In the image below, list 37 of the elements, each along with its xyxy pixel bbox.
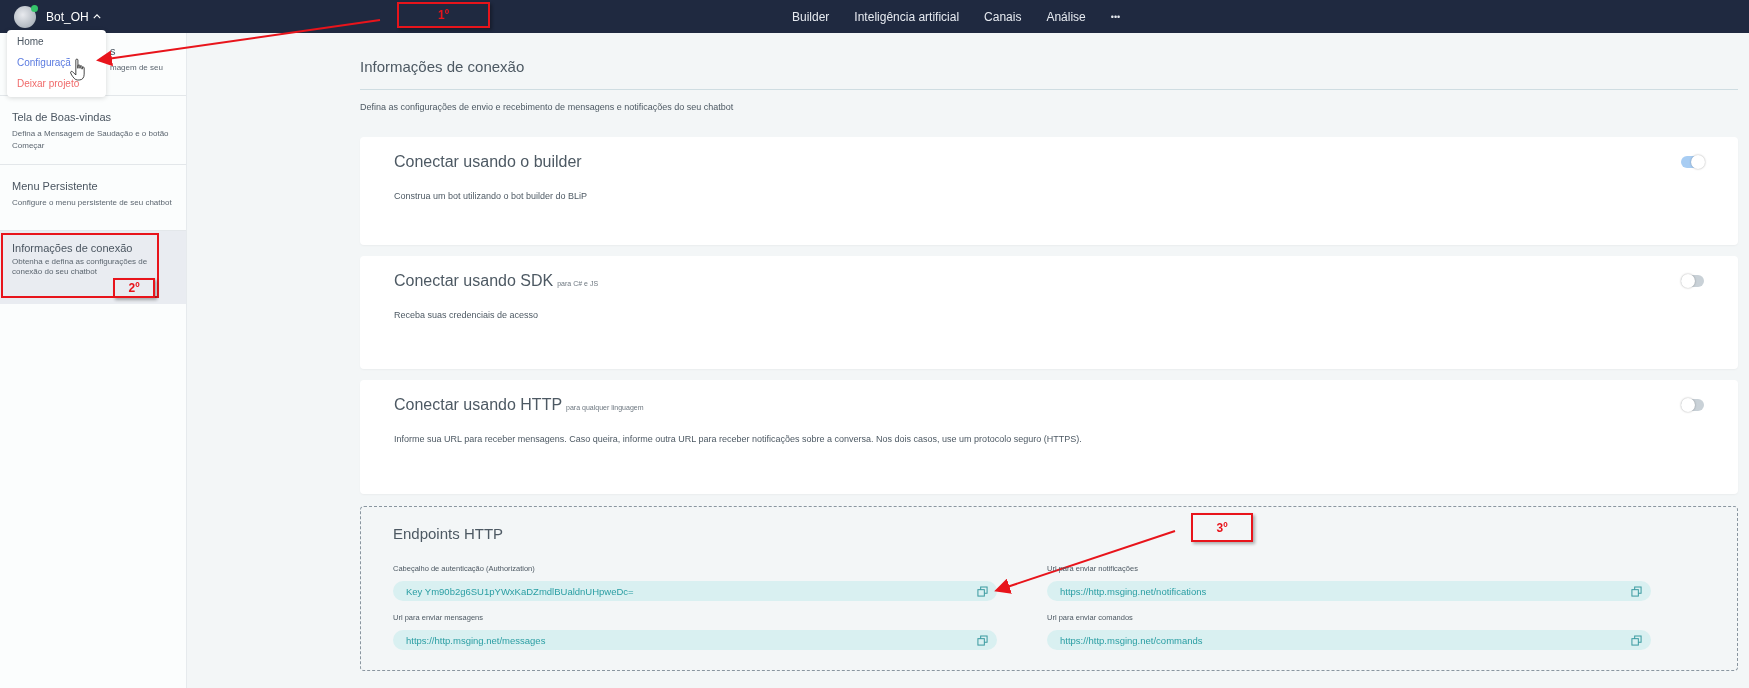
toggle-switch[interactable]: [1681, 399, 1704, 411]
sidebar-item-description: Defina a Mensagem de Saudação e o botão Começar: [12, 128, 170, 152]
card-description: Construa um bot utilizando o bot builder do BLiP: [394, 191, 589, 201]
sidebar-item-description: magem de seu: [110, 62, 163, 74]
sidebar-item-description: Obtenha e defina as configurações de conexão do seu chatbot: [12, 257, 149, 277]
page-title: Informações de conexão: [360, 58, 1738, 90]
annotation-label: 2º: [113, 278, 155, 298]
card-title: Conectar usando HTTP: [394, 396, 563, 414]
nav-link[interactable]: Builder: [792, 9, 830, 24]
avatar-icon[interactable]: [14, 5, 36, 28]
sidebar-item-description: Configure o menu persistente de seu chatbot: [12, 197, 172, 209]
menu-item[interactable]: Home: [17, 36, 96, 47]
more-button[interactable]: •••: [1110, 11, 1121, 22]
copy-icon[interactable]: [977, 634, 988, 646]
sidebar-item-title: Menu Persistente: [12, 180, 99, 192]
toggle-switch[interactable]: [1681, 275, 1704, 287]
nav-link[interactable]: Canais: [984, 9, 1022, 24]
nav-link[interactable]: Inteligência artificial: [854, 9, 960, 24]
caret-icon: [92, 14, 101, 19]
sidebar-item-title: Tela de Boas-vindas: [12, 111, 113, 123]
card-title: Conectar usando o builder: [394, 153, 582, 171]
annotation-label: 3º: [1191, 513, 1253, 542]
toggle-switch[interactable]: [1681, 156, 1704, 168]
card-description: Receba suas credenciais de acesso: [394, 310, 540, 320]
page-subtitle: Defina as configurações de envio e recebimento de mensagens e notificações do seu chatbot: [360, 102, 735, 112]
annotation-label: 1º: [397, 2, 490, 28]
sidebar-item-title: s: [110, 45, 117, 57]
menu-item[interactable]: Configuraçã: [17, 57, 96, 68]
nav-link[interactable]: Análise: [1046, 9, 1086, 24]
copy-icon[interactable]: [1631, 634, 1642, 646]
card-title: Conectar usando SDK: [394, 272, 554, 290]
copy-icon[interactable]: [1631, 585, 1642, 597]
copy-icon[interactable]: [977, 585, 988, 597]
card-description: Informe sua URL para receber mensagens. Caso queira, informe outra URL para receber notificações sobre a conversa. Nos dois casos, use um protocolo seguro (HTTPS).: [394, 434, 1083, 444]
project-dropdown[interactable]: Bot_OH: [46, 9, 101, 24]
endpoints-title: Endpoints HTTP: [393, 525, 504, 542]
sidebar-item-title: Informações de conexão: [12, 242, 134, 254]
